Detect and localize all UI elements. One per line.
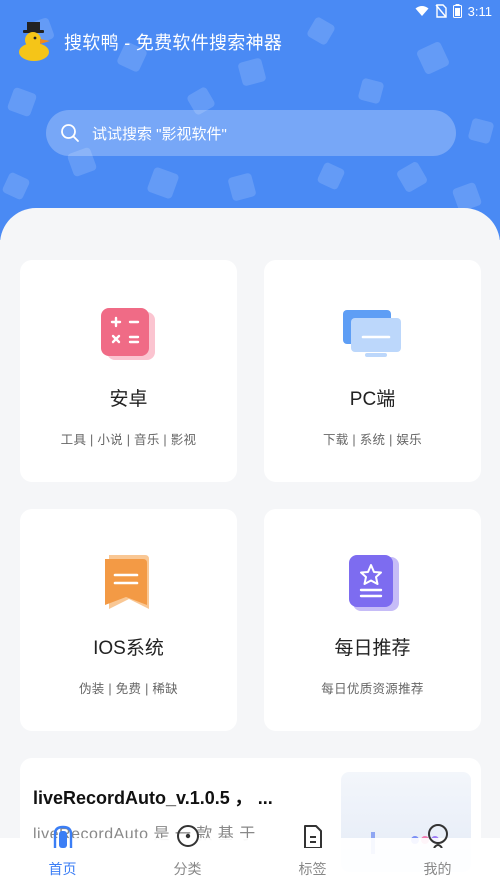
nav-item-category[interactable]: 分类 [125,825,250,888]
battery-icon [452,4,462,18]
search-icon [61,124,79,142]
header-banner: 3:11 搜软鸭 - 免费软件搜索神器 试试搜索 "影视软件" [0,0,500,240]
nav-item-tags[interactable]: 标签 [250,825,375,888]
nav-item-home[interactable]: 首页 [0,825,125,888]
category-card-daily[interactable]: 每日推荐 每日优质资源推荐 [264,509,481,731]
monitor-icon [342,310,401,357]
article-title: liveRecordAuto_v.1.0.5 ， ... [33,788,273,808]
category-title: PC端 [349,389,396,410]
bottom-nav: 首页 分类 标签 我的 [0,824,500,888]
nav-item-profile[interactable]: 我的 [375,824,500,888]
category-subtitle: 每日优质资源推荐 [321,682,424,696]
category-title: IOS系统 [93,638,164,659]
category-subtitle: 工具 | 小说 | 音乐 | 影视 [60,433,197,447]
category-card-ios[interactable]: IOS系统 伪装 | 免费 | 稀缺 [20,509,237,731]
nav-label: 分类 [173,861,202,877]
category-subtitle: 下载 | 系统 | 娱乐 [323,433,422,447]
search-bar[interactable]: 试试搜索 "影视软件" [46,110,456,156]
category-title: 安卓 [109,389,148,410]
app-bar: 搜软鸭 - 免费软件搜索神器 [18,22,282,62]
category-card-android[interactable]: 安卓 工具 | 小说 | 音乐 | 影视 [20,260,237,482]
category-subtitle: 伪装 | 免费 | 稀缺 [79,682,178,696]
bookmark-icon [104,555,149,609]
search-placeholder: 试试搜索 "影视软件" [92,125,227,143]
nav-label: 首页 [48,861,77,877]
wifi-icon [415,6,429,16]
app-title: 搜软鸭 - 免费软件搜索神器 [64,33,283,53]
status-time: 3:11 [467,3,492,19]
profile-icon [427,824,448,848]
home-icon [53,825,72,848]
star-badge-icon [348,555,399,611]
nav-label: 我的 [423,861,452,877]
category-icon [176,825,199,847]
status-bar: 3:11 [415,0,492,22]
category-card-pc[interactable]: PC端 下载 | 系统 | 娱乐 [264,260,481,482]
nav-label: 标签 [298,861,327,877]
category-title: 每日推荐 [334,638,411,659]
duck-logo-icon [19,22,50,61]
no-sim-icon [435,4,447,18]
tag-icon [303,825,322,848]
calculator-icon [100,308,155,360]
